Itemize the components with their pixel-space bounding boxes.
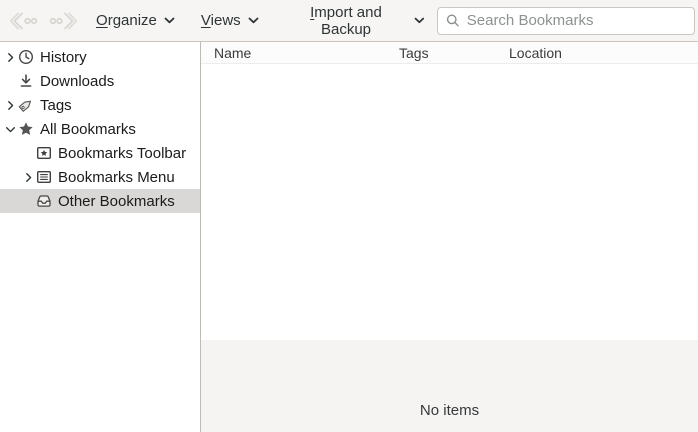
column-header-name[interactable]: Name <box>201 45 399 61</box>
sidebar-item-tags[interactable]: Tags <box>0 93 200 117</box>
organize-menu-label: Organize <box>96 12 157 29</box>
download-icon <box>18 73 34 89</box>
bookmarks-toolbar-icon <box>36 145 52 161</box>
forward-button[interactable] <box>43 4 82 38</box>
empty-message: No items <box>420 402 479 419</box>
expander-down-icon[interactable] <box>3 124 18 135</box>
back-button[interactable] <box>4 4 43 38</box>
main-pane: Name Tags Location No items <box>201 42 698 432</box>
sidebar-item-label: All Bookmarks <box>40 121 136 138</box>
detail-pane: No items <box>201 340 698 432</box>
bookmarks-menu-icon <box>36 169 52 185</box>
bookmarks-list[interactable] <box>201 64 698 340</box>
expander-right-icon[interactable] <box>3 52 18 63</box>
back-icon <box>10 12 38 30</box>
expander-right-icon[interactable] <box>21 172 36 183</box>
tray-icon <box>36 193 52 209</box>
library-window: Organize Views Import and Backup <box>0 0 698 432</box>
column-headers: Name Tags Location <box>201 42 698 64</box>
sidebar-item-label: Other Bookmarks <box>58 193 175 210</box>
views-menu-label: Views <box>201 12 241 29</box>
import-and-backup-menu-button[interactable]: Import and Backup <box>273 4 437 38</box>
expander-right-icon[interactable] <box>3 100 18 111</box>
chevron-down-icon <box>248 17 259 24</box>
sidebar-item-label: History <box>40 49 87 66</box>
search-input[interactable] <box>467 12 686 29</box>
sidebar-item-bookmarks-toolbar[interactable]: Bookmarks Toolbar <box>0 141 200 165</box>
sidebar-item-history[interactable]: History <box>0 45 200 69</box>
column-header-location[interactable]: Location <box>509 45 698 61</box>
library-body: History Downloads <box>0 42 698 432</box>
chevron-down-icon <box>164 17 175 24</box>
sidebar-item-downloads[interactable]: Downloads <box>0 69 200 93</box>
search-box[interactable] <box>437 7 695 35</box>
clock-icon <box>18 49 34 65</box>
sidebar-item-label: Bookmarks Menu <box>58 169 175 186</box>
import-and-backup-menu-label: Import and Backup <box>285 4 408 38</box>
sidebar-item-other-bookmarks[interactable]: Other Bookmarks <box>0 189 200 213</box>
organize-menu-button[interactable]: Organize <box>84 4 187 38</box>
sidebar-item-label: Downloads <box>40 73 114 90</box>
sidebar-item-all-bookmarks[interactable]: All Bookmarks <box>0 117 200 141</box>
sidebar-item-bookmarks-menu[interactable]: Bookmarks Menu <box>0 165 200 189</box>
tag-icon <box>18 97 34 113</box>
column-header-tags[interactable]: Tags <box>399 45 509 61</box>
sidebar: History Downloads <box>0 42 201 432</box>
toolbar: Organize Views Import and Backup <box>0 0 698 42</box>
sidebar-item-label: Tags <box>40 97 72 114</box>
views-menu-button[interactable]: Views <box>189 4 271 38</box>
star-icon <box>18 121 34 137</box>
sidebar-item-label: Bookmarks Toolbar <box>58 145 186 162</box>
forward-icon <box>49 12 77 30</box>
search-icon <box>446 13 460 28</box>
chevron-down-icon <box>414 17 425 24</box>
